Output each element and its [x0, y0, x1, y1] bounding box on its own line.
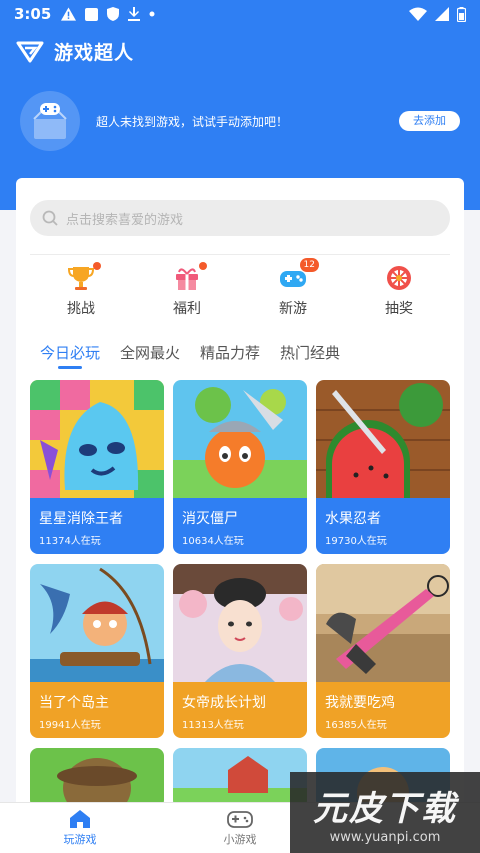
game-thumbnail	[30, 748, 164, 808]
no-game-notice: 超人未找到游戏，试试手动添加吧！ 去添加	[20, 88, 460, 154]
dot-icon	[149, 11, 155, 17]
category-label: 新游	[279, 301, 307, 317]
game-name: 水果忍者	[325, 511, 381, 527]
game-thumbnail	[316, 564, 450, 684]
new-count-badge: 12	[299, 258, 319, 272]
wifi-icon	[409, 7, 427, 21]
divider	[30, 254, 450, 255]
empty-box-illustration	[20, 91, 80, 151]
watermark-overlay: 元皮下载 www.yuanpi.com	[290, 772, 480, 853]
game-thumbnail	[30, 380, 164, 500]
game-grid: 星星消除王者 11374人在玩 消灭僵尸 10634人在玩 水果忍者 19730…	[30, 380, 450, 808]
warning-icon	[61, 7, 77, 21]
lottery-wheel-icon	[387, 266, 411, 290]
category-new-games[interactable]: 12 新游	[253, 258, 333, 318]
home-icon	[70, 810, 90, 828]
gift-icon	[176, 268, 198, 290]
game-tabs: 今日必玩 全网最火 精品力荐 热门经典	[40, 342, 340, 369]
search-placeholder: 点击搜索喜爱的游戏	[66, 212, 184, 228]
tab-hottest[interactable]: 全网最火	[120, 342, 180, 369]
new-dot	[199, 262, 207, 270]
game-card[interactable]: 水果忍者 19730人在玩	[316, 380, 450, 554]
game-name: 女帝成长计划	[182, 695, 266, 711]
download-icon	[128, 7, 141, 21]
signal-icon	[435, 7, 449, 21]
watermark-brand: 元皮下载	[313, 788, 457, 829]
notice-text: 超人未找到游戏，试试手动添加吧！	[96, 114, 289, 129]
gamepad-box-icon	[33, 103, 67, 139]
category-label: 福利	[173, 301, 201, 317]
content-card: 点击搜索喜爱的游戏 挑战 福利 12 新游 抽奖 今日必玩 全网最火 精品力荐 …	[16, 178, 464, 818]
gamepad-icon	[227, 811, 253, 828]
game-card[interactable]	[30, 748, 164, 808]
player-count: 16385人在玩	[325, 720, 387, 731]
player-count: 11374人在玩	[39, 536, 101, 547]
battery-icon	[457, 6, 466, 22]
player-count: 19730人在玩	[325, 536, 387, 547]
game-card[interactable]: 我就要吃鸡 16385人在玩	[316, 564, 450, 738]
tab-classics[interactable]: 热门经典	[280, 342, 340, 369]
category-label: 挑战	[67, 301, 95, 317]
game-card[interactable]	[173, 748, 307, 808]
trophy-icon	[67, 267, 95, 290]
search-input[interactable]: 点击搜索喜爱的游戏	[30, 200, 450, 236]
tab-play-games[interactable]: 玩游戏	[0, 803, 160, 853]
shield-icon	[107, 7, 120, 21]
app-bar: 游戏超人	[16, 38, 134, 65]
category-welfare[interactable]: 福利	[147, 262, 227, 318]
game-card[interactable]: 消灭僵尸 10634人在玩	[173, 380, 307, 554]
status-bar: 3:05	[0, 0, 480, 28]
game-thumbnail	[30, 564, 164, 684]
add-game-button[interactable]: 去添加	[399, 111, 460, 131]
app-notification-icon	[85, 7, 99, 21]
tab-featured[interactable]: 精品力荐	[200, 342, 260, 369]
game-thumbnail	[173, 380, 307, 500]
tab-label: 玩游戏	[63, 833, 97, 846]
game-name: 消灭僵尸	[182, 511, 238, 527]
search-icon	[42, 210, 58, 226]
watermark-url: www.yuanpi.com	[329, 829, 441, 845]
game-name: 我就要吃鸡	[325, 695, 395, 711]
game-thumbnail	[316, 380, 450, 500]
game-thumbnail	[173, 564, 307, 684]
tab-today-must-play[interactable]: 今日必玩	[40, 342, 100, 369]
player-count: 19941人在玩	[39, 720, 101, 731]
game-name: 当了个岛主	[39, 695, 109, 711]
category-row: 挑战 福利 12 新游 抽奖	[16, 258, 464, 318]
game-thumbnail	[173, 748, 307, 808]
player-count: 11313人在玩	[182, 720, 244, 731]
player-count: 10634人在玩	[182, 536, 244, 547]
game-name: 星星消除王者	[39, 511, 123, 527]
game-card[interactable]: 女帝成长计划 11313人在玩	[173, 564, 307, 738]
category-lottery[interactable]: 抽奖	[359, 264, 439, 318]
new-dot	[93, 262, 101, 270]
game-card[interactable]: 当了个岛主 19941人在玩	[30, 564, 164, 738]
tab-label: 小游戏	[223, 833, 257, 846]
app-logo-icon	[16, 41, 44, 62]
game-card[interactable]: 星星消除王者 11374人在玩	[30, 380, 164, 554]
category-challenge[interactable]: 挑战	[41, 262, 121, 318]
app-title: 游戏超人	[54, 42, 135, 64]
status-time: 3:05	[14, 5, 52, 23]
category-label: 抽奖	[385, 301, 413, 317]
